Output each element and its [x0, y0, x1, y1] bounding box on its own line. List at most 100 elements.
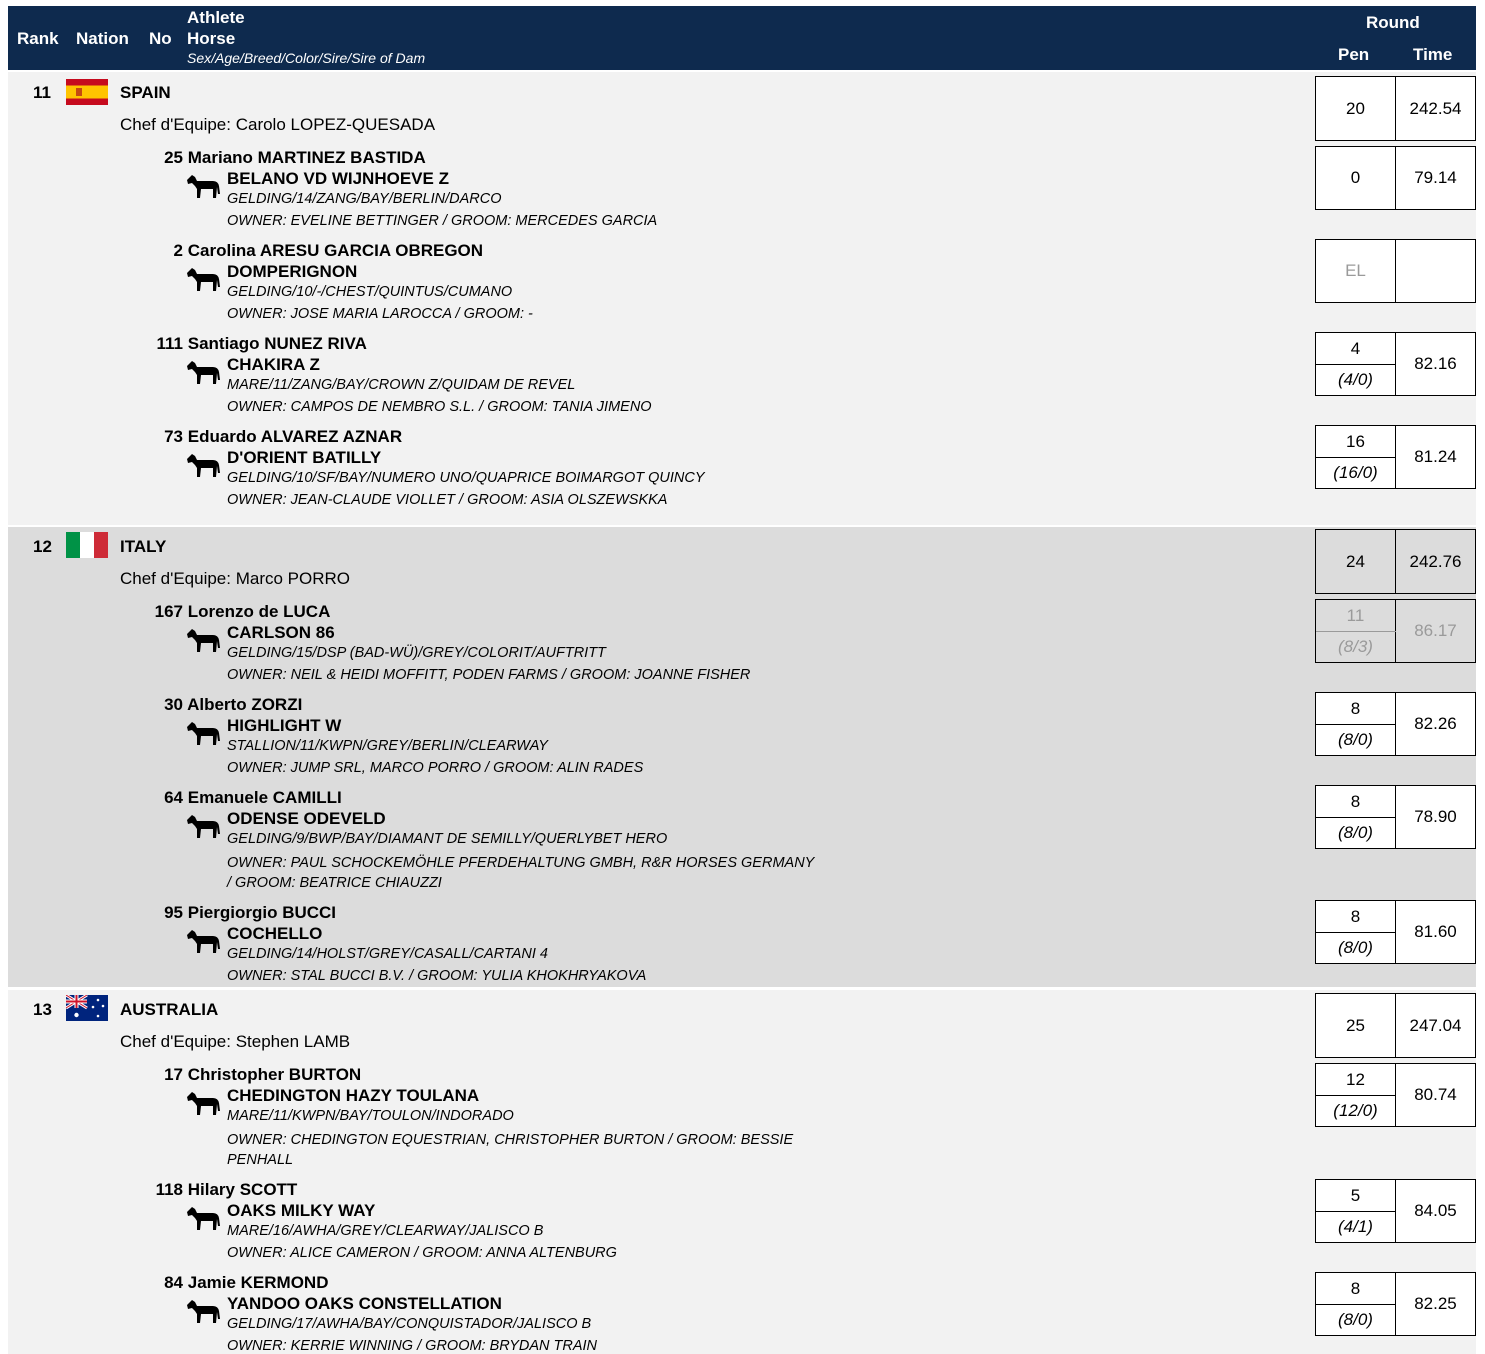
athlete-number: 111 [156, 334, 184, 353]
athlete-name: Mariano MARTINEZ BASTIDA [187, 148, 426, 167]
athlete-penalties: 0 [1350, 168, 1361, 187]
horse-icon [187, 1207, 220, 1230]
horse-name: OAKS MILKY WAY [227, 1201, 376, 1220]
athlete-name: Carolina ARESU GARCIA OBREGON [187, 241, 484, 260]
owner-groom: OWNER: STAL BUCCI B.V. / GROOM: YULIA KH… [227, 968, 647, 984]
athlete-number: 73 [164, 427, 183, 446]
team-block-australia: 13 AUSTRALIA Chef d'Equipe: Stephen LAMB… [8, 990, 1476, 1354]
horse-name: CHEDINGTON HAZY TOULANA [227, 1086, 480, 1105]
horse-name: DOMPERIGNON [227, 262, 358, 281]
athlete-penalties: 8 [1350, 1278, 1361, 1298]
horse-details: GELDING/10/-/CHEST/QUINTUS/CUMANO [227, 284, 513, 300]
owner-groom: OWNER: JUMP SRL, MARCO PORRO / GROOM: AL… [227, 760, 644, 776]
athlete-time: 82.25 [1414, 1294, 1457, 1313]
athlete-number: 64 [164, 788, 183, 807]
team-rank: 12 [33, 537, 52, 556]
athlete-name: Hilary SCOTT [187, 1180, 298, 1199]
athlete-number: 25 [164, 148, 183, 167]
horse-details: MARE/11/KWPN/BAY/TOULON/INDORADO [227, 1108, 514, 1124]
athlete-result-box-dropped: 11 (8/3) 86.17 [1315, 599, 1476, 663]
team-result-box: 25 247.04 [1315, 993, 1476, 1058]
horse-details: GELDING/15/DSP (BAD-WÜ)/GREY/COLORIT/AUF… [227, 645, 606, 661]
horse-name: BELANO VD WIJNHOEVE Z [227, 169, 449, 188]
team-rank: 11 [33, 83, 51, 102]
italy-flag-icon [66, 532, 108, 558]
horse-details: GELDING/10/SF/BAY/NUMERO UNO/QUAPRICE BO… [227, 470, 705, 486]
team-nation: SPAIN [120, 83, 171, 102]
team-nation: ITALY [120, 537, 167, 556]
team-penalties: 25 [1346, 1015, 1365, 1035]
horse-icon [187, 629, 220, 652]
chef-d-equipe: Chef d'Equipe: Stephen LAMB [120, 1032, 351, 1051]
athlete-result-box: 8 (8/0) 82.25 [1315, 1272, 1476, 1336]
horse-subheader: Sex/Age/Breed/Color/Sire/Sire of Dam [187, 50, 426, 66]
athlete-time: 78.90 [1414, 807, 1457, 826]
horse-details: MARE/11/ZANG/BAY/CROWN Z/QUIDAM DE REVEL [227, 377, 576, 393]
athlete-penalties: 8 [1350, 698, 1361, 718]
athlete-time: 82.16 [1414, 354, 1457, 373]
athlete-result-box: EL [1315, 239, 1476, 303]
athlete-result-box: 0 79.14 [1315, 146, 1476, 210]
athlete-penalties: 11 [1346, 605, 1365, 625]
horse-details: MARE/16/AWHA/GREY/CLEARWAY/JALISCO B [227, 1223, 544, 1239]
athlete-name: Jamie KERMOND [187, 1273, 329, 1292]
athlete-number: 84 [164, 1273, 183, 1292]
horse-name: D'ORIENT BATILLY [227, 448, 382, 467]
owner-groom: OWNER: NEIL & HEIDI MOFFITT, PODEN FARMS… [227, 667, 751, 683]
athlete-time: 82.26 [1414, 714, 1457, 733]
horse-details: GELDING/14/ZANG/BAY/BERLIN/DARCO [227, 191, 502, 207]
athlete-time: 79.14 [1414, 168, 1457, 187]
team-block-spain: 11 SPAIN Chef d'Equipe: Carolo LOPEZ-QUE… [8, 72, 1476, 525]
athlete-number: 17 [164, 1065, 183, 1084]
athlete-penalty-breakdown: (8/0) [1338, 823, 1373, 842]
athlete-penalties: EL [1345, 261, 1366, 280]
athlete-number: 30 [164, 695, 183, 714]
owner-groom: OWNER: ALICE CAMERON / GROOM: ANNA ALTEN… [227, 1245, 617, 1261]
athlete-number: 118 [155, 1180, 183, 1199]
horse-details: GELDING/14/HOLST/GREY/CASALL/CARTANI 4 [227, 946, 548, 962]
horse-name: CHAKIRA Z [227, 355, 320, 374]
athlete-penalty-breakdown: (8/3) [1338, 637, 1373, 656]
athlete-column-header: Athlete [187, 8, 245, 27]
athlete-name: Emanuele CAMILLI [187, 788, 342, 807]
horse-name: CARLSON 86 [227, 623, 335, 642]
horse-icon [187, 454, 220, 477]
team-penalties: 24 [1346, 551, 1365, 571]
team-result-box: 20 242.54 [1315, 76, 1476, 141]
athlete-penalties: 12 [1346, 1069, 1365, 1089]
athlete-result-box: 4 (4/0) 82.16 [1315, 332, 1476, 396]
horse-icon [187, 1300, 220, 1323]
athlete-name: Christopher BURTON [187, 1065, 362, 1084]
athlete-name: Lorenzo de LUCA [187, 602, 331, 621]
athlete-penalties: 16 [1346, 431, 1365, 451]
owner-groom: OWNER: JEAN-CLAUDE VIOLLET / GROOM: ASIA… [227, 492, 668, 508]
horse-name: COCHELLO [227, 924, 323, 943]
athlete-name: Santiago NUNEZ RIVA [187, 334, 367, 353]
horse-icon [187, 175, 220, 198]
team-time: 242.54 [1409, 98, 1462, 118]
time-column-header: Time [1413, 45, 1453, 64]
athlete-time [1396, 240, 1475, 302]
horse-name: ODENSE ODEVELD [227, 809, 386, 828]
horse-icon [187, 268, 220, 291]
athlete-result-box: 5 (4/1) 84.05 [1315, 1179, 1476, 1243]
owner-groom: OWNER: KERRIE WINNING / GROOM: BRYDAN TR… [227, 1338, 598, 1354]
athlete-number: 95 [164, 903, 183, 922]
athlete-time: 81.60 [1414, 922, 1457, 941]
horse-details: GELDING/9/BWP/BAY/DIAMANT DE SEMILLY/QUE… [227, 831, 668, 847]
athlete-penalty-breakdown: (16/0) [1333, 463, 1378, 482]
athlete-time: 86.17 [1414, 621, 1457, 640]
athlete-result-box: 16 (16/0) 81.24 [1315, 425, 1476, 489]
athlete-penalties: 8 [1350, 791, 1361, 811]
team-block-italy: 12 ITALY Chef d'Equipe: Marco PORRO 167 … [8, 527, 1476, 987]
team-penalties: 20 [1346, 98, 1365, 118]
athlete-result-box: 12 (12/0) 80.74 [1315, 1063, 1476, 1127]
no-column-header: No [149, 29, 172, 48]
horse-icon [187, 815, 220, 838]
athlete-penalties: 4 [1350, 338, 1361, 358]
athlete-penalty-breakdown: (4/0) [1338, 370, 1373, 389]
athlete-penalty-breakdown: (4/1) [1338, 1217, 1373, 1236]
round-column-header: Round [1366, 13, 1420, 32]
team-time: 247.04 [1409, 1015, 1462, 1035]
athlete-penalty-breakdown: (8/0) [1338, 1310, 1373, 1329]
